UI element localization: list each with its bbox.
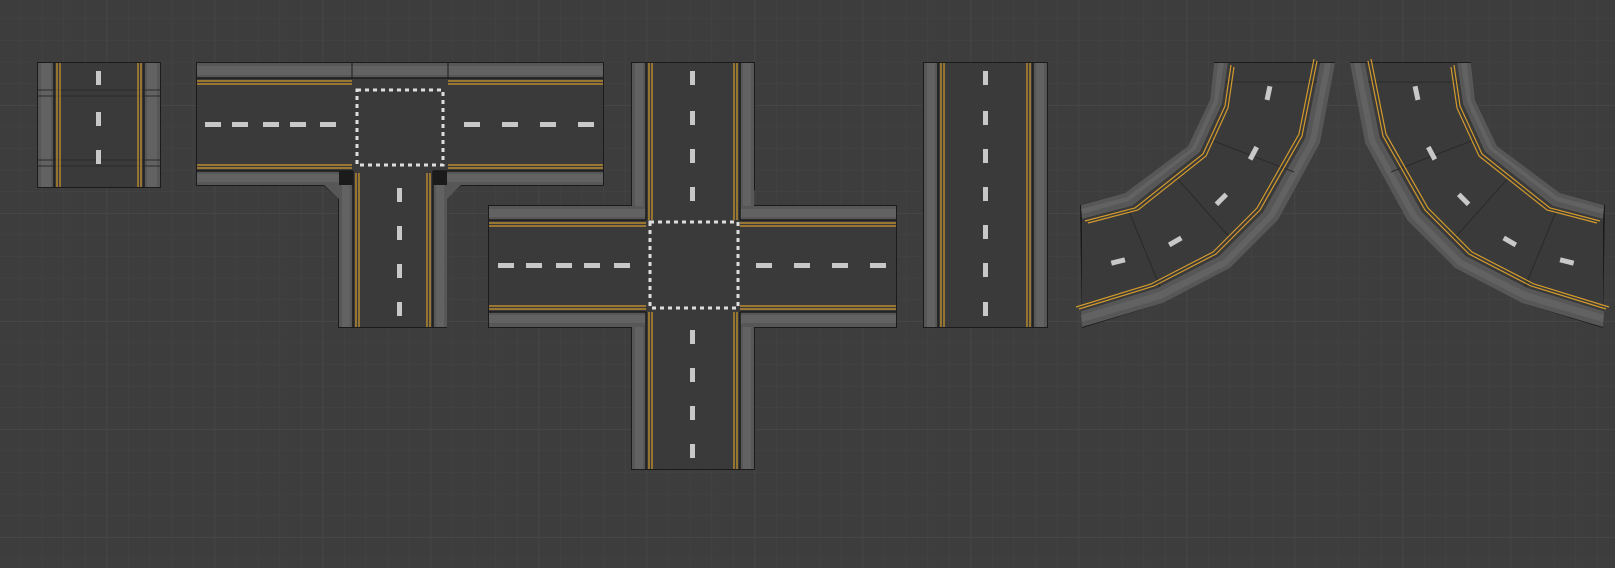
road-tile-long-straight[interactable] [923,62,1048,328]
road-tile-short-straight[interactable] [37,62,161,188]
3d-viewport[interactable] [0,0,1615,568]
